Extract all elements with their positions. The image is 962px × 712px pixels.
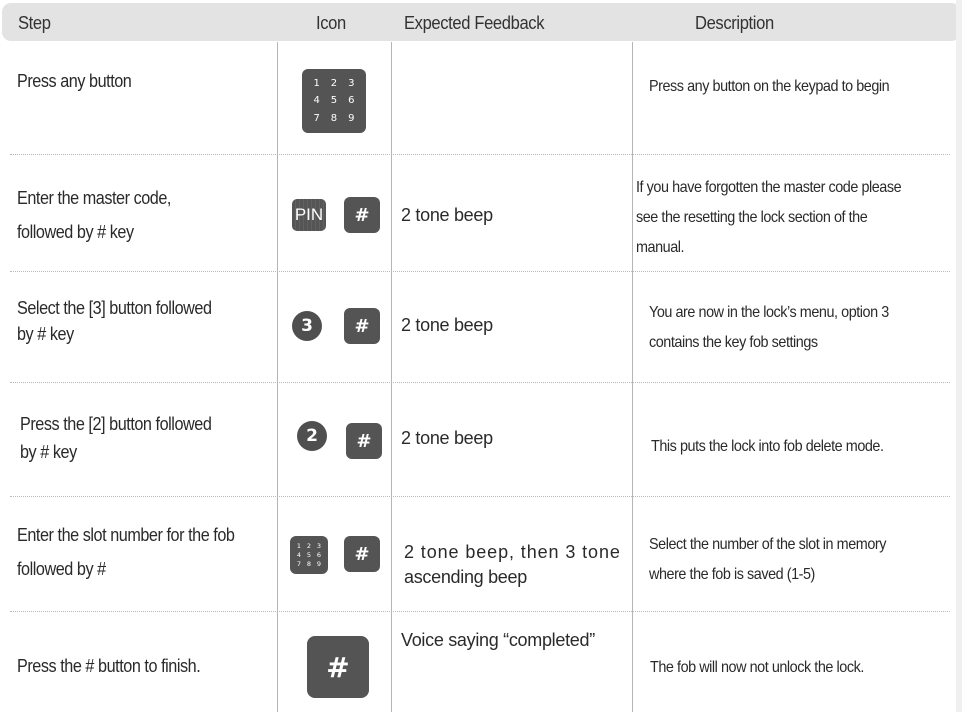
- step-text: Enter the master code, followed by # key: [17, 188, 171, 242]
- hash-key-icon: #: [346, 423, 382, 459]
- description-text: You are now in the lock’s menu, option 3…: [649, 304, 889, 351]
- header-step: Step: [18, 13, 51, 33]
- row-divider: [10, 382, 950, 383]
- description-text: If you have forgotten the master code pl…: [636, 179, 902, 256]
- header-description: Description: [695, 13, 774, 33]
- number-2-icon: 2: [297, 421, 327, 451]
- feedback-text: 2 tone beep, then 3 tone ascending beep: [404, 542, 621, 587]
- row-divider: [10, 154, 950, 155]
- description-text: This puts the lock into fob delete mode.: [651, 438, 884, 455]
- pin-icon: PIN: [292, 199, 326, 231]
- header-icon: Icon: [316, 13, 346, 33]
- step-text: Enter the slot number for the fob follow…: [17, 525, 235, 579]
- step-text: Press the # button to finish.: [17, 656, 201, 676]
- keypad-icon: 123 456 789: [290, 536, 328, 574]
- hash-key-icon: #: [344, 536, 380, 572]
- hash-key-icon: #: [344, 308, 380, 344]
- feedback-text: 2 tone beep: [401, 205, 493, 225]
- row-divider: [10, 611, 950, 612]
- feedback-text: Voice saying “completed”: [401, 630, 595, 650]
- description-text: Select the number of the slot in memory …: [649, 536, 886, 583]
- step-text: Press the [2] button followed by # key: [20, 414, 212, 462]
- number-3-icon: 3: [292, 311, 322, 341]
- step-text: Press any button: [17, 71, 132, 91]
- table-header: Step Icon Expected Feedback Description: [2, 3, 960, 41]
- description-text: The fob will now not unlock the lock.: [650, 659, 864, 676]
- description-text: Press any button on the keypad to begin: [649, 78, 890, 95]
- scrollbar[interactable]: [956, 0, 962, 712]
- row-divider: [10, 271, 950, 272]
- keypad-icon: 123 456 789: [302, 69, 366, 133]
- hash-key-icon: #: [344, 197, 380, 233]
- hash-key-icon: #: [307, 636, 369, 698]
- row-divider: [10, 496, 950, 497]
- header-feedback: Expected Feedback: [404, 13, 545, 33]
- feedback-text: 2 tone beep: [401, 315, 493, 335]
- step-text: Select the [3] button followed by # key: [17, 298, 212, 344]
- feedback-text: 2 tone beep: [401, 428, 493, 448]
